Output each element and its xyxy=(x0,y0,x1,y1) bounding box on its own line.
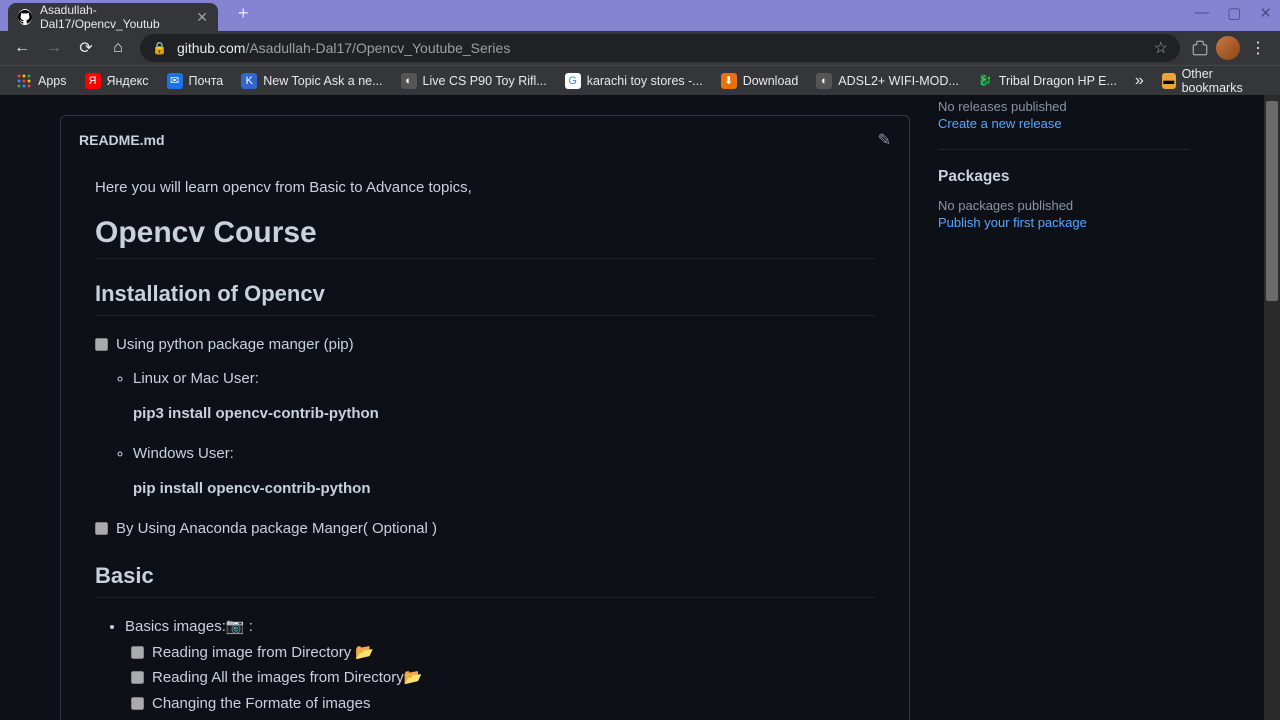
task-checkbox xyxy=(131,697,144,710)
task-checkbox xyxy=(131,671,144,684)
page-content: README.md ✎ Here you will learn opencv f… xyxy=(0,95,1280,720)
bookmark-item[interactable]: ✉Почта xyxy=(159,69,232,93)
bookmark-item[interactable]: ⬇Download xyxy=(713,69,807,93)
browser-tab[interactable]: Asadullah-Dal17/Opencv_Youtub ✕ xyxy=(8,3,218,31)
forward-button[interactable]: → xyxy=(40,34,68,62)
windows-cmd: pip install opencv-contrib-python xyxy=(133,476,875,502)
bookmark-icon: G xyxy=(565,73,581,89)
create-release-link[interactable]: Create a new release xyxy=(938,116,1190,131)
other-bookmarks[interactable]: ▬ Other bookmarks xyxy=(1154,63,1272,99)
maximize-button[interactable]: ▢ xyxy=(1227,4,1241,22)
readme-intro: Here you will learn opencv from Basic to… xyxy=(95,176,875,200)
linux-label: Linux or Mac User: xyxy=(133,366,875,392)
tab-title: Asadullah-Dal17/Opencv_Youtub xyxy=(40,3,188,31)
readme-h2-install: Installation of Opencv xyxy=(95,281,875,316)
bookmark-icon: 🐉 xyxy=(977,73,993,89)
bookmark-item[interactable]: ◐ADSL2+ WIFI-MOD... xyxy=(808,69,967,93)
bookmark-item[interactable]: Gkarachi toy stores -... xyxy=(557,69,711,93)
reload-button[interactable]: ⟳ xyxy=(72,34,100,62)
browser-menu-button[interactable]: ⋮ xyxy=(1244,38,1272,58)
task-checkbox xyxy=(95,338,108,351)
tab-bar: Asadullah-Dal17/Opencv_Youtub ✕ + xyxy=(0,0,1280,31)
task-pip-label: Using python package manger (pip) xyxy=(116,332,354,358)
readme-h2-basic: Basic xyxy=(95,563,875,598)
window-controls: — ▢ ✕ xyxy=(1194,4,1272,22)
bookmark-star-icon[interactable]: ☆ xyxy=(1154,38,1168,58)
bookmarks-overflow[interactable]: » xyxy=(1127,72,1152,90)
bookmarks-bar: Apps ЯЯндекс✉ПочтаKNew Topic Ask a ne...… xyxy=(0,65,1280,95)
scrollbar-thumb[interactable] xyxy=(1266,101,1278,301)
bookmark-icon: ◐ xyxy=(401,73,417,89)
minimize-button[interactable]: — xyxy=(1194,4,1209,22)
publish-package-link[interactable]: Publish your first package xyxy=(938,215,1190,230)
new-tab-button[interactable]: + xyxy=(224,3,263,24)
url-text: github.com/Asadullah-Dal17/Opencv_Youtub… xyxy=(177,40,1144,56)
home-button[interactable]: ⌂ xyxy=(104,34,132,62)
linux-cmd: pip3 install opencv-contrib-python xyxy=(133,401,875,427)
back-button[interactable]: ← xyxy=(8,34,36,62)
readme-filename: README.md xyxy=(79,132,165,148)
bookmark-icon: ✉ xyxy=(167,73,183,89)
close-tab-icon[interactable]: ✕ xyxy=(196,9,208,26)
packages-none: No packages published xyxy=(938,198,1190,213)
profile-avatar[interactable] xyxy=(1216,36,1240,60)
address-bar[interactable]: 🔒 github.com/Asadullah-Dal17/Opencv_Yout… xyxy=(140,34,1180,62)
sub-task-label: Reading All the images from Directory📂 xyxy=(152,665,422,691)
releases-none: No releases published xyxy=(938,99,1190,114)
readme-h1: Opencv Course xyxy=(95,216,875,259)
repo-sidebar: No releases published Create a new relea… xyxy=(910,95,1190,720)
github-favicon xyxy=(18,9,32,25)
packages-title: Packages xyxy=(938,168,1190,186)
edit-icon[interactable]: ✎ xyxy=(878,130,891,150)
bookmark-icon: ◐ xyxy=(816,73,832,89)
close-button[interactable]: ✕ xyxy=(1259,4,1272,22)
task-checkbox xyxy=(95,522,108,535)
task-checkbox xyxy=(131,646,144,659)
readme-box: README.md ✎ Here you will learn opencv f… xyxy=(60,115,910,720)
bookmark-icon: Я xyxy=(85,73,101,89)
task-anaconda-label: By Using Anaconda package Manger( Option… xyxy=(116,516,437,542)
scrollbar[interactable] xyxy=(1264,95,1280,720)
sub-task-label: Changing the Formate of images xyxy=(152,691,370,717)
bookmark-icon: ⬇ xyxy=(721,73,737,89)
windows-label: Windows User: xyxy=(133,441,875,467)
bookmark-icon: K xyxy=(241,73,257,89)
extensions-icon[interactable] xyxy=(1188,36,1212,60)
lock-icon: 🔒 xyxy=(152,41,167,55)
bookmark-item[interactable]: ЯЯндекс xyxy=(77,69,157,93)
apps-icon xyxy=(16,73,32,89)
basics-images-label: Basics images:📷 : xyxy=(125,618,253,635)
bookmark-item[interactable]: KNew Topic Ask a ne... xyxy=(233,69,390,93)
sub-task-label: Reading image from Directory 📂 xyxy=(152,640,374,666)
apps-button[interactable]: Apps xyxy=(8,69,75,93)
browser-toolbar: ← → ⟳ ⌂ 🔒 github.com/Asadullah-Dal17/Ope… xyxy=(0,31,1280,65)
folder-icon: ▬ xyxy=(1162,73,1176,89)
bookmark-item[interactable]: ◐Live CS P90 Toy Rifl... xyxy=(393,69,555,93)
bookmark-item[interactable]: 🐉Tribal Dragon HP E... xyxy=(969,69,1125,93)
